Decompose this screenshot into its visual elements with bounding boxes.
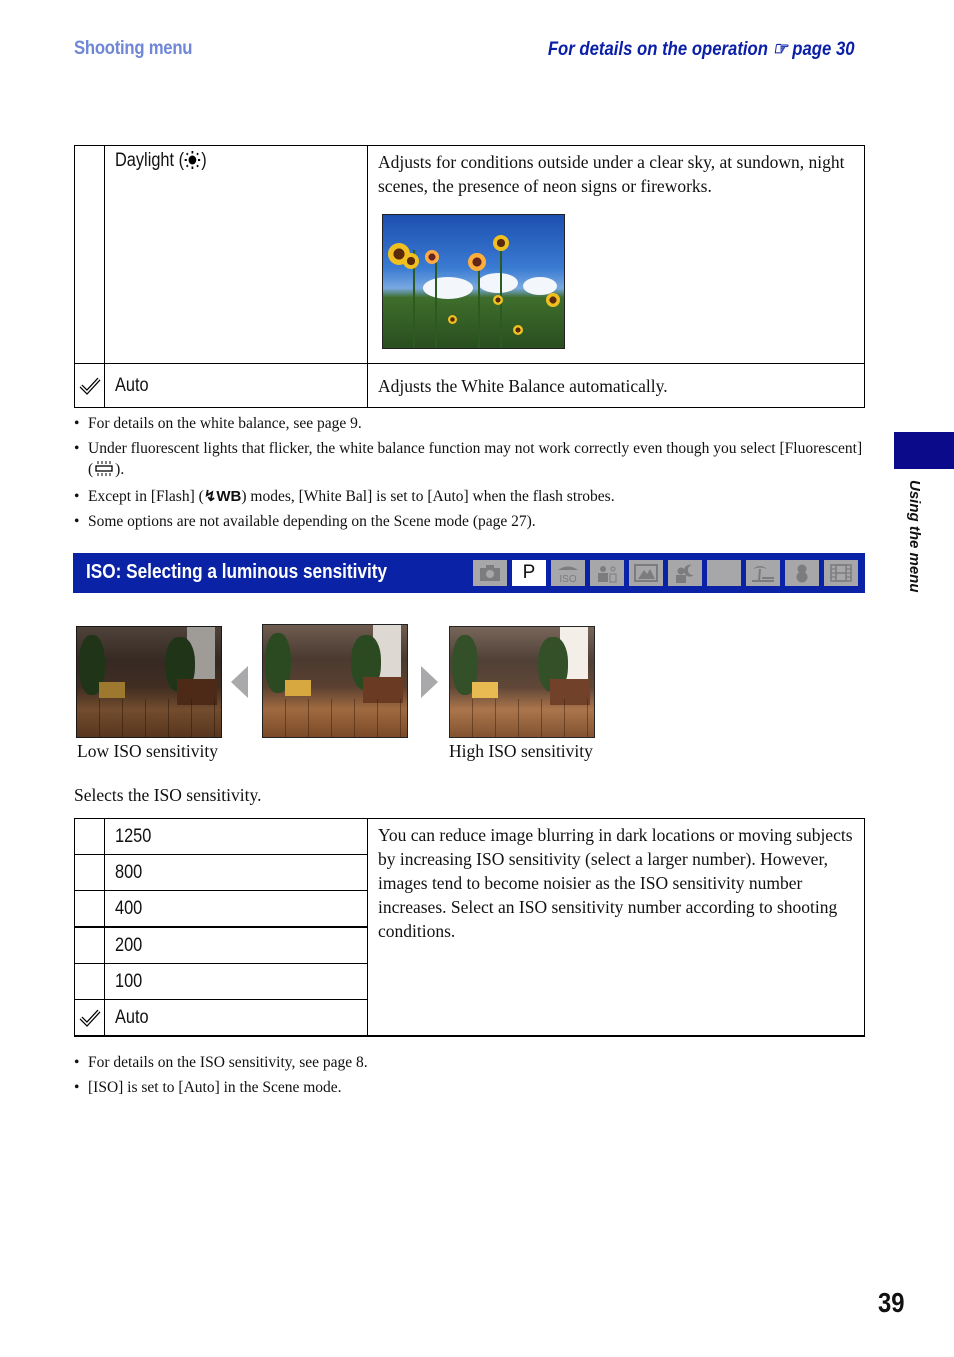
low-iso-sample-photo bbox=[76, 626, 222, 738]
svg-text:ISO: ISO bbox=[559, 574, 576, 583]
twilight-portrait-mode-icon bbox=[668, 560, 702, 586]
sunflower bbox=[425, 250, 439, 264]
stem bbox=[500, 240, 502, 348]
option-name: Auto bbox=[115, 1006, 149, 1028]
table-row: Auto Adjusts the White Balance automatic… bbox=[74, 363, 865, 408]
mode-icons: P ISO bbox=[473, 560, 858, 586]
option-name: Auto bbox=[115, 374, 149, 396]
low-iso-caption: Low ISO sensitivity bbox=[77, 741, 218, 761]
checkmark-icon bbox=[79, 376, 101, 395]
note-item: • Some options are not available dependin… bbox=[74, 512, 536, 530]
program-mode: P bbox=[512, 560, 546, 586]
flash-wb-icon: ↯WB bbox=[203, 488, 242, 505]
high-sensitivity-mode-icon: ISO bbox=[551, 560, 585, 586]
high-iso-caption: High ISO sensitivity bbox=[449, 741, 593, 761]
option-name: 200 bbox=[115, 934, 143, 956]
checkmark-icon bbox=[79, 1008, 101, 1027]
note-item: • For details on the ISO sensitivity, see… bbox=[74, 1054, 368, 1071]
option-description: You can reduce image blurring in dark lo… bbox=[367, 818, 865, 1037]
fluorescent-icon bbox=[93, 460, 115, 483]
daylight-sun-icon bbox=[184, 151, 201, 175]
cloud bbox=[423, 277, 473, 299]
check-cell bbox=[74, 854, 105, 891]
iso-options-table: 1250 You can reduce image blurring in da… bbox=[74, 818, 865, 1037]
sunflower bbox=[468, 253, 486, 271]
iso-intro: Selects the ISO sensitivity. bbox=[74, 785, 262, 805]
stem bbox=[435, 260, 437, 348]
operation-reference[interactable]: For details on the operation ☞ page 30 bbox=[548, 38, 855, 61]
note-item: • [ISO] is set to [Auto] in the Scene mod… bbox=[74, 1078, 342, 1096]
sunflower bbox=[513, 325, 523, 335]
iso-section-bar: ISO: Selecting a luminous sensitivity P … bbox=[73, 553, 865, 593]
landscape-mode-icon bbox=[629, 560, 663, 586]
page-number: 39 bbox=[878, 1287, 905, 1318]
white-balance-notes: • For details on the white balance, see p… bbox=[74, 413, 864, 535]
check-cell bbox=[74, 890, 105, 928]
increase-arrow-icon bbox=[421, 666, 438, 698]
white-balance-table: Daylight () Adjusts for conditions outsi… bbox=[74, 145, 865, 408]
twilight-mode-icon bbox=[707, 560, 741, 586]
soft-snap-mode-icon bbox=[590, 560, 624, 586]
check-cell bbox=[74, 818, 105, 855]
mid-iso-sample-photo bbox=[262, 624, 408, 738]
table-row: Daylight () Adjusts for conditions outsi… bbox=[74, 145, 865, 364]
option-name: Daylight () bbox=[115, 150, 207, 175]
check-cell bbox=[74, 926, 105, 964]
option-name: 100 bbox=[115, 970, 143, 992]
table-row: 1250 You can reduce image blurring in da… bbox=[74, 818, 865, 1037]
sunflower bbox=[493, 295, 503, 305]
side-tab-marker bbox=[894, 432, 954, 469]
movie-mode-icon bbox=[824, 560, 858, 586]
check-cell bbox=[74, 963, 105, 1000]
check-cell bbox=[74, 363, 105, 408]
option-name: 800 bbox=[115, 861, 143, 883]
note-item: • Except in [Flash] (↯WB) modes, [White B… bbox=[74, 488, 615, 505]
high-iso-sample-photo bbox=[449, 626, 595, 738]
beach-mode-icon bbox=[746, 560, 780, 586]
sunflower bbox=[403, 253, 419, 269]
reference-page-link[interactable]: page 30 bbox=[793, 39, 855, 60]
hand-pointer-icon: ☞ bbox=[773, 39, 789, 60]
option-name: 400 bbox=[115, 897, 143, 919]
option-description: Adjusts the White Balance automatically. bbox=[367, 363, 865, 408]
iso-notes: • For details on the ISO sensitivity, see… bbox=[74, 1052, 864, 1101]
section-title: ISO: Selecting a luminous sensitivity bbox=[86, 561, 388, 583]
option-description: Adjusts for conditions outside under a c… bbox=[378, 152, 845, 196]
reference-text: For details on the operation bbox=[548, 39, 769, 60]
sunflower bbox=[493, 235, 509, 251]
sunflower bbox=[448, 315, 457, 324]
side-tab-label: Using the menu bbox=[906, 480, 923, 593]
note-item: • Under fluorescent lights that flicker, … bbox=[74, 438, 864, 483]
decrease-arrow-icon bbox=[231, 666, 248, 698]
note-item: • For details on the white balance, see p… bbox=[74, 415, 362, 432]
auto-camera-mode-icon bbox=[473, 560, 507, 586]
cloud bbox=[478, 273, 518, 293]
sunflowers-photo bbox=[382, 214, 565, 349]
option-name: 1250 bbox=[115, 825, 152, 847]
section-header: Shooting menu bbox=[74, 38, 193, 59]
check-cell bbox=[74, 145, 105, 364]
sunflower bbox=[546, 293, 560, 307]
check-cell bbox=[74, 999, 105, 1037]
snow-mode-icon bbox=[785, 560, 819, 586]
